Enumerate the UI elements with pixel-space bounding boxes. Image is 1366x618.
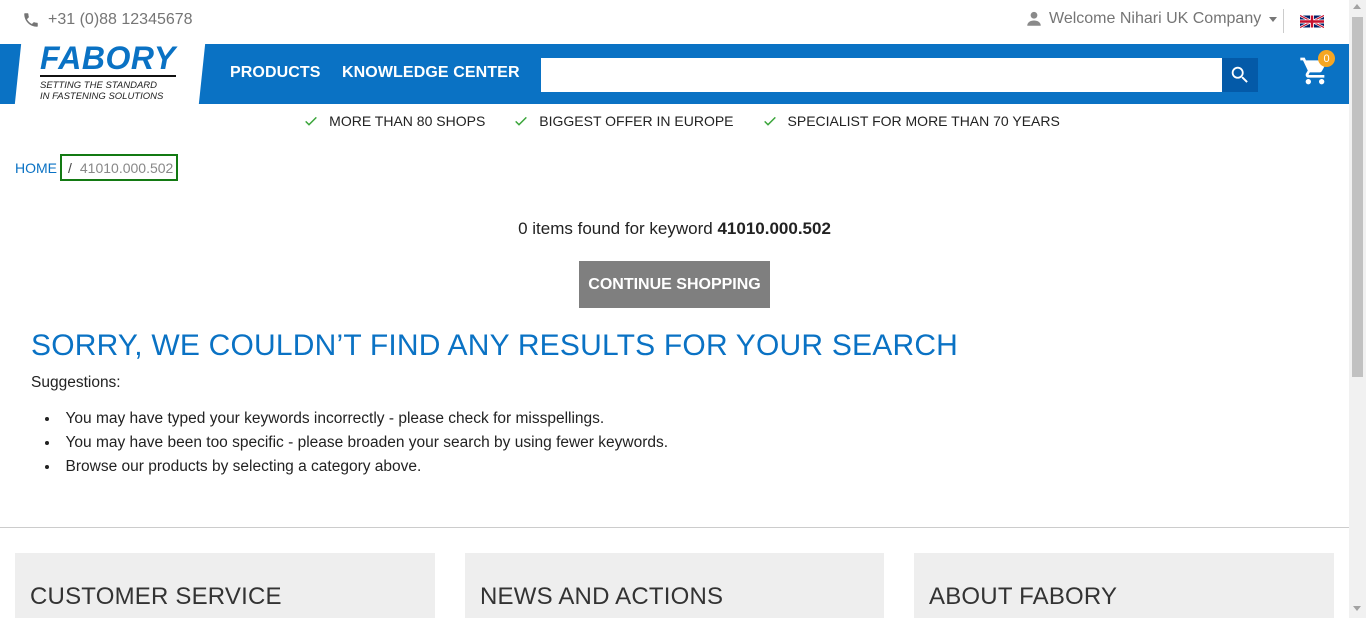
search-button[interactable]	[1222, 58, 1258, 92]
logo-tagline: SETTING THE STANDARD IN FASTENING SOLUTI…	[40, 80, 190, 102]
logo-tagline-line-1: SETTING THE STANDARD	[40, 80, 157, 91]
footer-title: CUSTOMER SERVICE	[30, 583, 282, 610]
usp-label: BIGGEST OFFER IN EUROPE	[539, 113, 734, 129]
suggestions-list: You may have typed your keywords incorre…	[45, 407, 669, 479]
divider	[1283, 9, 1284, 33]
usp-bar: MORE THAN 80 SHOPS BIGGEST OFFER IN EURO…	[0, 113, 1349, 129]
footer-about-fabory: ABOUT FABORY	[914, 553, 1334, 618]
suggestions-label: Suggestions:	[31, 374, 121, 391]
breadcrumb: HOME / 41010.000.502	[15, 154, 178, 181]
chevron-down-icon	[1269, 16, 1278, 22]
top-utility-bar: +31 (0)88 12345678 Welcome Nihari UK Com…	[0, 0, 1349, 44]
suggestion-item: Browse our products by selecting a categ…	[45, 455, 668, 479]
check-icon	[515, 116, 528, 126]
account-menu[interactable]: Welcome Nihari UK Company	[1025, 10, 1278, 28]
scrollbar-thumb[interactable]	[1352, 17, 1363, 377]
footer-customer-service: CUSTOMER SERVICE	[15, 553, 435, 618]
suggestion-item: You may have typed your keywords incorre…	[45, 407, 668, 431]
footer-title: NEWS AND ACTIONS	[480, 583, 724, 610]
footer-title: ABOUT FABORY	[929, 583, 1118, 610]
usp-label: MORE THAN 80 SHOPS	[329, 113, 486, 129]
uk-flag-icon[interactable]	[1300, 15, 1324, 28]
results-count: 0 items found for keyword 41010.000.502	[0, 219, 1349, 239]
phone-number: +31 (0)88 12345678	[48, 11, 193, 28]
welcome-text: Welcome Nihari UK Company	[1049, 10, 1262, 27]
phone-contact[interactable]: +31 (0)88 12345678	[22, 11, 193, 29]
footer-news-and-actions: NEWS AND ACTIONS	[465, 553, 884, 618]
check-icon	[763, 116, 776, 126]
usp-item: MORE THAN 80 SHOPS	[303, 113, 485, 129]
scroll-up-arrow-icon[interactable]	[1353, 4, 1361, 9]
logo[interactable]: FABORY SETTING THE STANDARD IN FASTENING…	[40, 40, 190, 102]
usp-label: SPECIALIST FOR MORE THAN 70 YEARS	[787, 113, 1060, 129]
suggestion-item: You may have been too specific - please …	[45, 431, 669, 455]
nav-knowledge-center[interactable]: KNOWLEDGE CENTER	[342, 64, 520, 82]
user-icon	[1027, 11, 1041, 26]
search-input[interactable]	[541, 58, 1222, 92]
phone-icon	[24, 13, 38, 27]
breadcrumb-current: / 41010.000.502	[60, 154, 178, 181]
usp-item: SPECIALIST FOR MORE THAN 70 YEARS	[762, 113, 1060, 129]
search-icon	[1231, 66, 1248, 83]
no-results-heading: SORRY, WE COULDN’T FIND ANY RESULTS FOR …	[31, 329, 959, 362]
results-count-text: 0 items found for keyword	[518, 219, 713, 238]
breadcrumb-separator: /	[68, 159, 72, 176]
logo-tagline-line-2: IN FASTENING SOLUTIONS	[40, 91, 164, 102]
continue-shopping-button[interactable]: CONTINUE SHOPPING	[579, 261, 770, 308]
check-icon	[305, 116, 318, 126]
breadcrumb-current-label: 41010.000.502	[79, 159, 174, 176]
breadcrumb-home[interactable]: HOME	[15, 160, 57, 176]
page: +31 (0)88 12345678 Welcome Nihari UK Com…	[0, 0, 1349, 618]
nav-products[interactable]: PRODUCTS	[230, 64, 321, 82]
footer-divider	[0, 527, 1349, 528]
logo-title: FABORY	[40, 40, 176, 76]
vertical-scrollbar[interactable]	[1349, 0, 1366, 618]
scroll-down-arrow-icon[interactable]	[1353, 606, 1361, 611]
cart-count-badge: 0	[1318, 50, 1335, 67]
search-keyword: 41010.000.502	[717, 219, 831, 238]
usp-item: BIGGEST OFFER IN EUROPE	[513, 113, 734, 129]
